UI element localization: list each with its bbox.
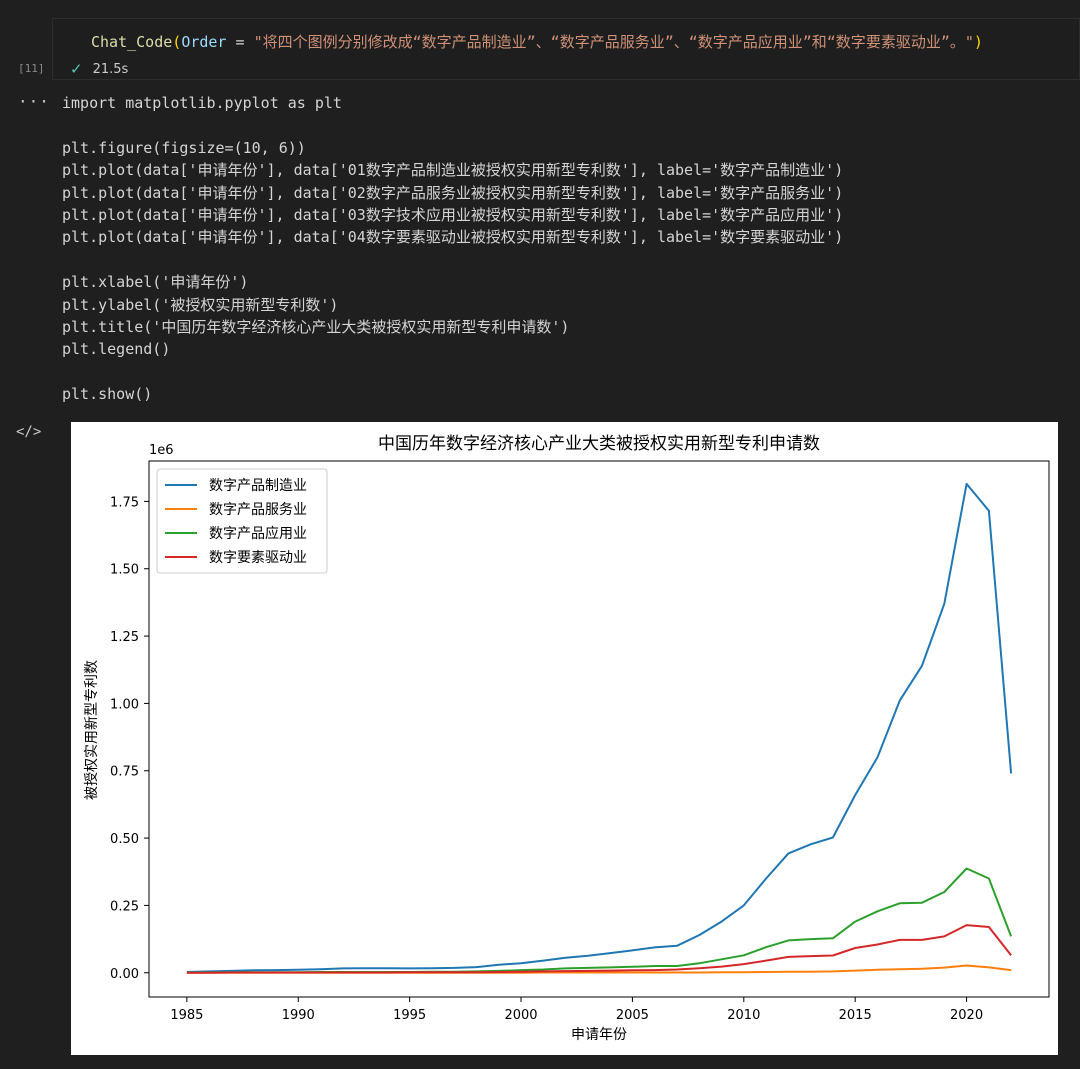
line-chart: 中国历年数字经济核心产业大类被授权实用新型专利申请数 1e6 申请年份 被授权实… — [84, 434, 1050, 1043]
x-tick-label: 2000 — [504, 1008, 537, 1023]
y-tick-label: 1.25 — [110, 630, 139, 645]
y-offset-label: 1e6 — [149, 443, 174, 458]
y-tick-label: 0.75 — [110, 765, 139, 780]
code-line: plt.plot(data['申请年份'], data['02数字产品服务业被授… — [62, 183, 844, 202]
code-line: plt.plot(data['申请年份'], data['01数字产品制造业被授… — [62, 161, 844, 180]
code-line: plt.plot(data['申请年份'], data['04数字要素驱动业被授… — [62, 228, 844, 247]
x-tick-label: 2005 — [616, 1008, 649, 1023]
execution-duration: 21.5s — [92, 61, 129, 77]
legend-label: 数字产品服务业 — [209, 502, 307, 518]
assign-operator: = — [226, 33, 254, 51]
x-axis-label: 申请年份 — [571, 1027, 627, 1043]
code-line: plt.ylabel('被授权实用新型专利数') — [62, 295, 339, 314]
execution-count: [11] — [18, 62, 45, 75]
series-line — [186, 924, 1012, 974]
legend-label: 数字产品制造业 — [209, 478, 307, 494]
code-line: plt.legend() — [62, 340, 171, 359]
prompt-cell[interactable]: Chat_Code(Order = "将四个图例分别修改成“数字产品制造业”、“… — [52, 18, 1080, 80]
open-paren: ( — [172, 33, 182, 51]
code-cell[interactable]: import matplotlib.pyplot as plt plt.figur… — [62, 92, 843, 405]
y-tick-label: 1.75 — [110, 495, 139, 510]
x-tick-label: 1985 — [170, 1008, 203, 1023]
y-tick-label: 1.50 — [110, 563, 139, 578]
code-line: plt.show() — [62, 385, 153, 404]
prompt-code-line[interactable]: Chat_Code(Order = "将四个图例分别修改成“数字产品制造业”、“… — [91, 31, 983, 52]
check-icon: ✓ — [70, 60, 83, 78]
more-actions-icon[interactable]: ··· — [18, 92, 50, 111]
legend-label: 数字要素驱动业 — [209, 550, 307, 566]
legend-label: 数字产品应用业 — [209, 525, 307, 542]
code-line: plt.figure(figsize=(10, 6)) — [62, 138, 306, 157]
series-line — [186, 867, 1013, 974]
code-line: plt.title('中国历年数字经济核心产业大类被授权实用新型专利申请数') — [62, 317, 570, 336]
y-tick-label: 0.25 — [110, 899, 139, 914]
prompt-function-name: Chat_Code — [91, 33, 173, 51]
x-tick-label: 2020 — [950, 1008, 983, 1023]
execution-status: ✓ 21.5s — [70, 60, 128, 78]
chart-title: 中国历年数字经济核心产业大类被授权实用新型专利申请数 — [378, 434, 820, 454]
code-line: plt.xlabel('申请年份') — [62, 273, 249, 292]
y-tick-label: 0.00 — [110, 967, 139, 982]
chart-figure: 中国历年数字经济核心产业大类被授权实用新型专利申请数 1e6 申请年份 被授权实… — [71, 422, 1058, 1055]
x-tick-label: 2010 — [727, 1008, 760, 1023]
code-line: plt.plot(data['申请年份'], data['03数字技术应用业被授… — [62, 205, 844, 224]
x-tick-label: 1995 — [393, 1008, 426, 1023]
code-line: import matplotlib.pyplot as plt — [62, 94, 342, 112]
close-paren: ) — [973, 33, 983, 51]
y-tick-label: 0.50 — [110, 832, 139, 847]
prompt-param-name: Order — [181, 33, 227, 51]
x-tick-label: 2015 — [839, 1008, 872, 1023]
y-tick-label: 1.00 — [110, 697, 139, 712]
y-axis-label: 被授权实用新型专利数 — [84, 660, 100, 800]
output-code-icon[interactable]: </> — [16, 424, 41, 440]
x-tick-label: 1990 — [282, 1008, 315, 1023]
prompt-string: "将四个图例分别修改成“数字产品制造业”、“数字产品服务业”、“数字产品应用业”… — [253, 33, 974, 51]
